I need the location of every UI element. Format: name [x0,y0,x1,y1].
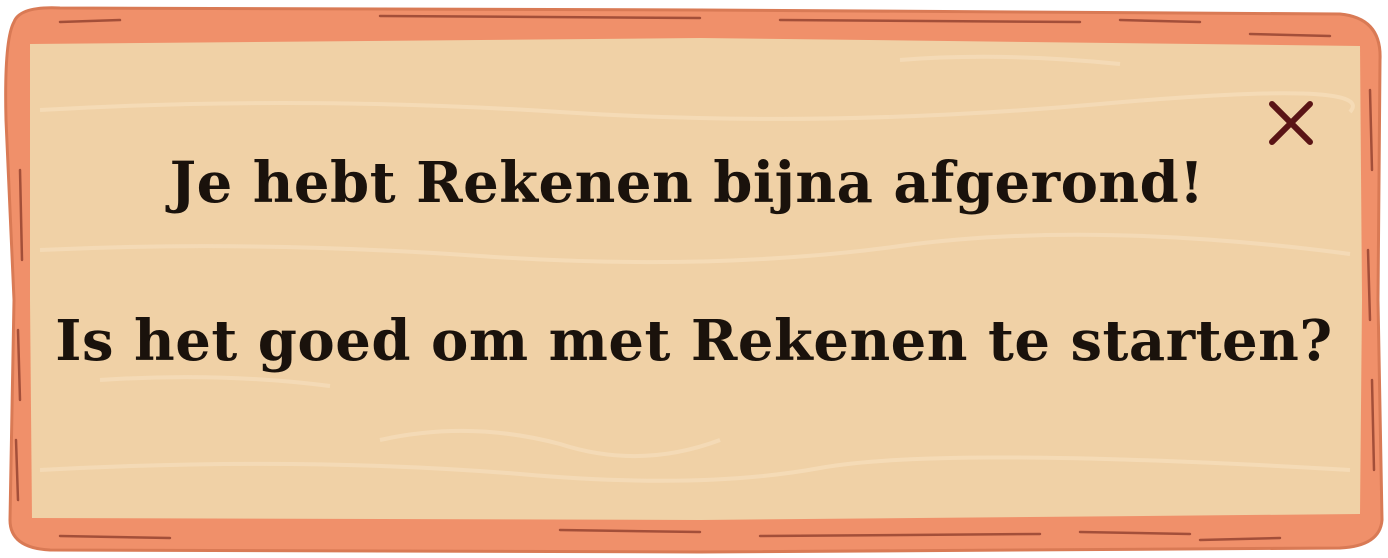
dialog-question-line-2: Is het goed om met Rekenen te starten? [55,308,1333,374]
wooden-sign-dialog: Je hebt Rekenen bijna afgerond! Is het g… [0,0,1388,558]
dialog-message-line-1: Je hebt Rekenen bijna afgerond! [169,150,1205,216]
close-icon [1269,101,1313,145]
wooden-board [4,6,1384,554]
close-button[interactable] [1260,92,1322,154]
